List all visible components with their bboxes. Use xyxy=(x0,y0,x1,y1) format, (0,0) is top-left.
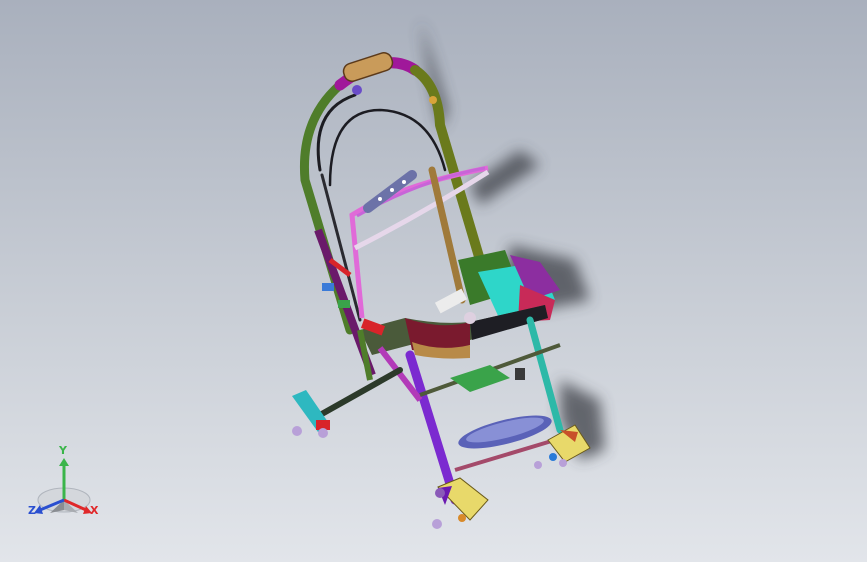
front-leg-right[interactable] xyxy=(526,316,564,434)
orientation-triad: Y X Z xyxy=(22,444,106,524)
x-axis-label: X xyxy=(90,504,99,517)
footrest-tray[interactable] xyxy=(450,365,554,455)
stroller-model[interactable] xyxy=(0,0,867,562)
seat[interactable] xyxy=(360,305,548,359)
y-axis-label: Y xyxy=(59,444,67,457)
front-leg-left[interactable] xyxy=(377,346,460,505)
z-axis-label: Z xyxy=(28,504,36,517)
wheel-bracket-front-left[interactable] xyxy=(432,477,489,529)
3d-viewport[interactable]: Y X Z xyxy=(0,0,867,562)
